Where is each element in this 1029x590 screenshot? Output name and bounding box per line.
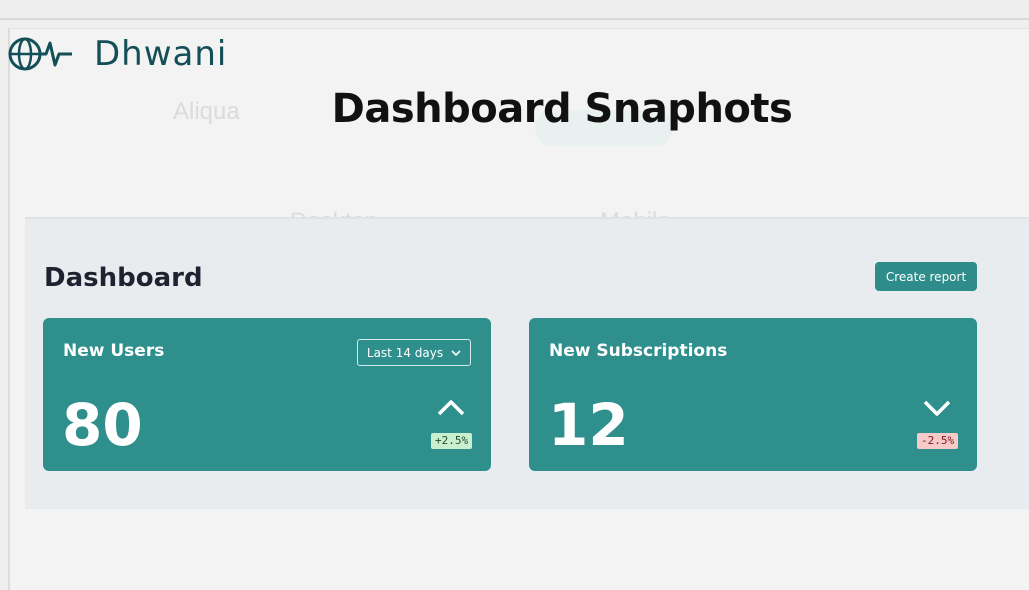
dashboard-panel: Dashboard Create report New Users Last 1…	[25, 217, 1029, 509]
background-top-bar	[0, 0, 1029, 20]
card-value: 80	[62, 391, 143, 459]
chevron-down-icon	[923, 400, 951, 416]
change-badge: -2.5%	[917, 433, 959, 449]
app-root: Aliqua Desktop Mobile Dhwani Dashboard S…	[0, 0, 1029, 590]
date-range-value: Last 14 days	[366, 345, 444, 360]
new-users-card: New Users Last 14 days 80 +2.5%	[43, 318, 491, 471]
chevron-up-icon	[437, 400, 465, 416]
create-report-button[interactable]: Create report	[875, 262, 977, 291]
dashboard-title: Dashboard	[44, 263, 203, 293]
card-label: New Subscriptions	[549, 341, 728, 361]
page-title: Dashboard Snaphots	[331, 86, 793, 132]
card-label: New Users	[63, 341, 165, 361]
globe-waveform-icon	[8, 37, 72, 71]
change-badge: +2.5%	[431, 433, 473, 449]
brand-name: Dhwani	[94, 34, 228, 74]
brand-logo: Dhwani	[8, 34, 227, 74]
card-value: 12	[548, 391, 629, 459]
new-subscriptions-card: New Subscriptions 12 -2.5%	[529, 318, 977, 471]
chevron-down-icon	[451, 349, 461, 356]
date-range-select[interactable]: Last 14 days	[357, 339, 471, 366]
